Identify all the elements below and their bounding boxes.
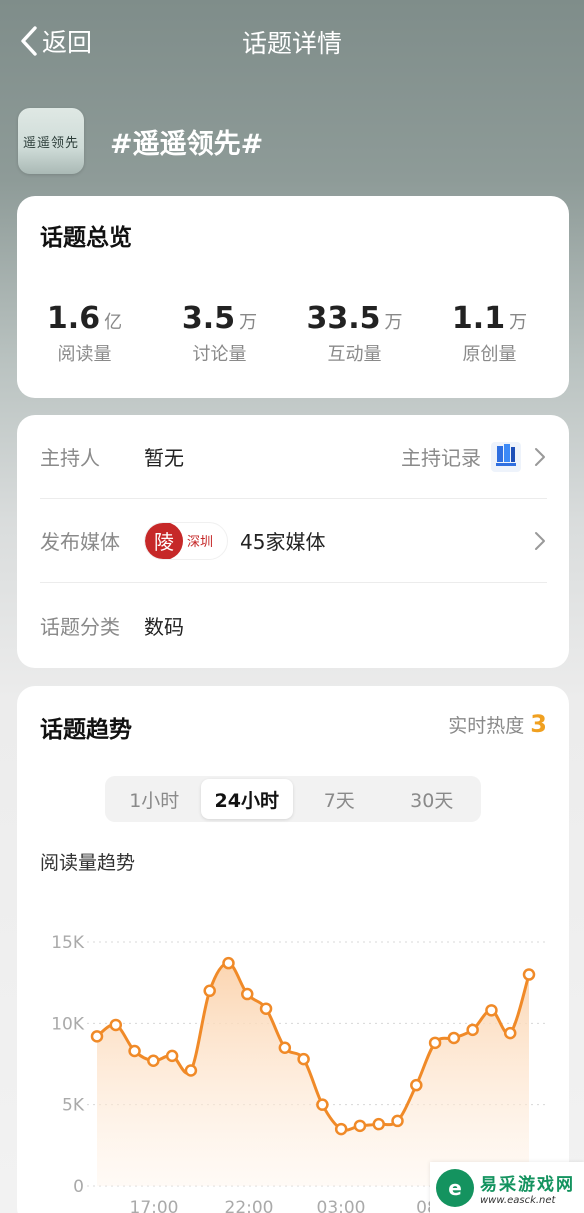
data-point (353, 1119, 367, 1133)
stat-read: 1.6 亿 阅读量 (17, 301, 152, 366)
media-label: 发布媒体 (40, 530, 120, 554)
data-point (391, 1114, 404, 1128)
y-tick-label: 10K (51, 1014, 85, 1034)
overview-title: 话题总览 (40, 225, 132, 251)
stat-unit: 万 (239, 312, 258, 333)
stat-label: 阅读量 (57, 344, 112, 365)
data-point (466, 1023, 479, 1037)
x-tick-label: 22:00 (225, 1198, 274, 1213)
stat-original: 1.1 万 原创量 (422, 301, 557, 366)
data-point (203, 984, 216, 998)
data-point (503, 1026, 517, 1040)
data-point (165, 1049, 179, 1063)
data-point (447, 1031, 461, 1045)
trend-card: 话题趋势 实时热度 3 1小时 24小时 7天 30天 阅读量趋势 15K 10K… (17, 686, 569, 1213)
data-point (147, 1054, 160, 1067)
y-tick-label: 15K (51, 933, 85, 953)
topic-header: 遥遥领先 #遥遥领先# (18, 108, 263, 174)
host-record-icon (491, 441, 521, 472)
topic-name: #遥遥领先# (110, 128, 264, 160)
stat-discuss: 3.5 万 讨论量 (152, 301, 287, 366)
overview-card: 话题总览 1.6 亿 阅读量 3.5 万 讨论量 33.5 万 互动量 1.1 万 原创… (17, 196, 569, 398)
host-record-link[interactable]: 主持记录 (401, 441, 547, 472)
stat-value: 33.5 (306, 301, 381, 336)
host-row[interactable]: 主持人 暂无 主持记录 (40, 415, 547, 499)
nav-bar: 返回 话题详情 (0, 0, 584, 82)
host-value: 暂无 (144, 446, 184, 470)
host-label: 主持人 (40, 446, 100, 470)
data-point (372, 1117, 385, 1131)
stat-label: 讨论量 (192, 344, 247, 365)
watermark-url: www.easck.net (480, 1194, 556, 1206)
media-logo: 陵 深圳 (144, 521, 228, 560)
area-fill (97, 963, 529, 1186)
media-link[interactable] (521, 530, 547, 552)
data-point (259, 1002, 273, 1015)
page-title: 话题详情 (241, 29, 342, 58)
data-point (485, 1004, 498, 1017)
media-row[interactable]: 发布媒体 陵 深圳 45家媒体 (40, 499, 547, 583)
data-point (128, 1044, 141, 1058)
stat-value: 3.5 (181, 301, 236, 336)
media-value: 45家媒体 (240, 530, 326, 554)
topic-logo: 遥遥领先 (18, 108, 84, 174)
data-point (297, 1052, 310, 1066)
data-point (428, 1036, 442, 1050)
stat-value: 1.1 (451, 301, 506, 336)
data-point (90, 1030, 104, 1043)
watermark-logo-icon: e (436, 1168, 474, 1207)
data-point (184, 1064, 198, 1077)
category-value: 数码 (144, 614, 184, 639)
data-point (334, 1122, 348, 1136)
y-tick-label: 0 (73, 1177, 84, 1197)
overview-stats: 1.6 亿 阅读量 3.5 万 讨论量 33.5 万 互动量 1.1 万 原创量 (17, 301, 569, 366)
stat-label: 互动量 (327, 344, 382, 365)
y-tick-label: 5K (62, 1096, 85, 1116)
media-logo-text: 深圳 (187, 535, 214, 550)
data-point (278, 1041, 292, 1054)
stat-unit: 万 (509, 312, 528, 333)
host-record-label: 主持记录 (401, 446, 481, 470)
data-point (109, 1018, 123, 1032)
x-tick-label: 03:00 (317, 1198, 366, 1213)
stat-unit: 亿 (104, 312, 123, 333)
category-label: 话题分类 (40, 614, 120, 639)
data-point (222, 956, 235, 970)
chevron-right-icon (535, 531, 545, 550)
x-tick-label: 17:00 (130, 1198, 179, 1213)
data-point (522, 968, 536, 981)
watermark-name: 易采游戏网 (480, 1174, 575, 1195)
data-point (241, 987, 254, 1001)
data-point (316, 1098, 329, 1111)
stat-value: 1.6 (46, 301, 101, 336)
info-card: 主持人 暂无 主持记录 发布媒体 陵 深圳 45家媒体 话题分类 数码 (17, 415, 569, 668)
category-row: 话题分类 数码 (40, 583, 547, 667)
site-watermark: e 易采游戏网 www.easck.net (430, 1162, 584, 1213)
trend-chart: 15K10K5K017:00 22:00 03:00 08 (51, 933, 547, 1213)
media-logo-mark: 陵 (145, 522, 183, 559)
data-point (410, 1078, 423, 1092)
stat-unit: 万 (384, 312, 403, 333)
stat-label: 原创量 (462, 344, 517, 365)
stat-interact: 33.5 万 互动量 (287, 301, 422, 366)
chevron-right-icon (535, 447, 545, 466)
